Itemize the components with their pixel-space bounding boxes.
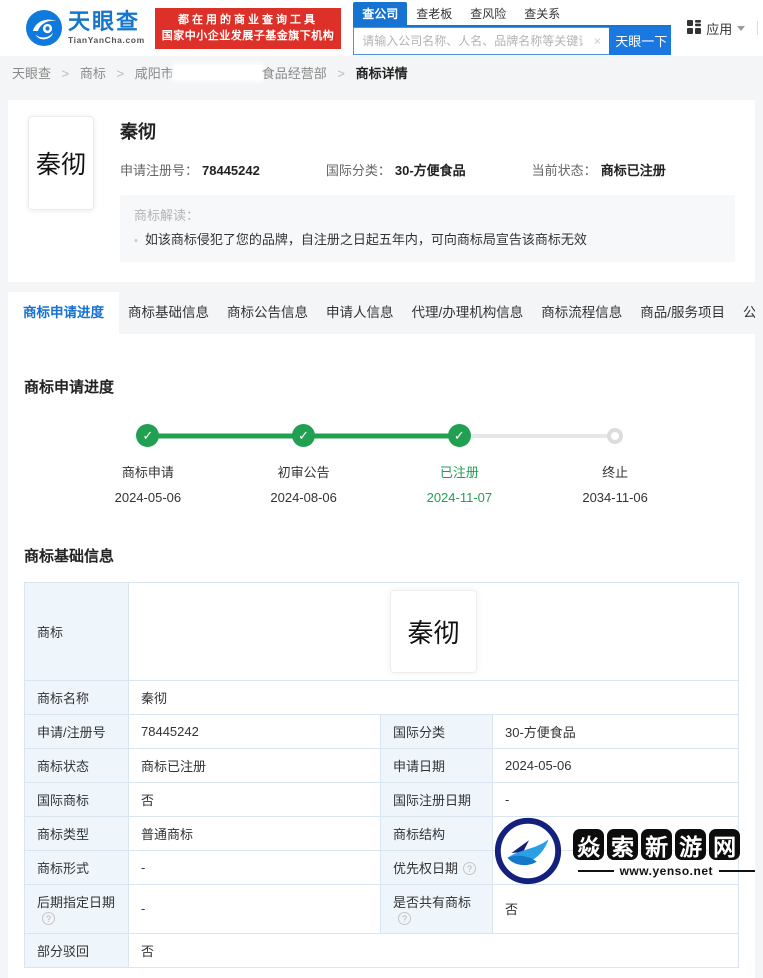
site-watermark: 焱 索 新 游 网 www.yenso.net	[492, 815, 761, 892]
help-icon[interactable]: ?	[42, 912, 55, 925]
table-row: 商标名称 秦彻	[25, 680, 739, 714]
apps-menu[interactable]: 应用	[687, 19, 745, 38]
basic-info-table: 商标 秦彻 商标名称 秦彻 申请/注册号 78445242 国际分类 30-方便…	[24, 582, 739, 968]
trademark-title: 秦彻	[120, 118, 735, 144]
check-circle-icon: ✓	[292, 424, 315, 447]
table-row: 商标状态 商标已注册 申请日期 2024-05-06	[25, 748, 739, 782]
interpretation-title: 商标解读：	[134, 204, 721, 229]
tab-basic-info[interactable]: 商标基础信息	[119, 292, 218, 334]
promo-line2: 国家中小企业发展子基金旗下机构	[162, 28, 335, 45]
table-row: 国际商标 否 国际注册日期 -	[25, 782, 739, 816]
trademark-image-cell[interactable]: 秦彻	[390, 590, 476, 673]
breadcrumb-separator: >	[117, 66, 125, 81]
search-tab-company[interactable]: 查公司	[353, 2, 407, 25]
brand-domain: TianYanCha.com	[68, 35, 145, 45]
redacted-company-name	[174, 65, 262, 80]
help-icon[interactable]: ?	[463, 862, 476, 875]
search-tab-relation[interactable]: 查关系	[515, 2, 569, 25]
divider	[757, 21, 758, 35]
trademark-interpretation-box: 商标解读： •如该商标侵犯了您的品牌，自注册之日起五年内，可向商标局宣告该商标无…	[120, 195, 735, 262]
chevron-down-icon	[737, 26, 745, 31]
breadcrumb-section[interactable]: 商标	[80, 66, 106, 81]
trademark-summary-card: 秦彻 秦彻 申请注册号：78445242 国际分类：30-方便食品 当前状态：商…	[8, 100, 755, 282]
tianyancha-eye-icon	[26, 10, 62, 46]
search-button[interactable]: 天眼一下	[609, 27, 671, 55]
current-status-field: 当前状态：商标已注册	[532, 160, 666, 179]
tab-applicant-info[interactable]: 申请人信息	[317, 292, 403, 334]
breadcrumb-separator: >	[62, 66, 70, 81]
clear-icon[interactable]: ×	[594, 33, 602, 48]
breadcrumb-separator: >	[337, 66, 345, 81]
check-icon: ✓	[454, 428, 465, 444]
watermark-url-row: www.yenso.net	[572, 864, 761, 878]
reg-number-field: 申请注册号：78445242	[120, 160, 260, 179]
help-icon[interactable]: ?	[398, 912, 411, 925]
check-icon: ✓	[298, 428, 309, 444]
basic-info-heading: 商标基础信息	[24, 505, 739, 566]
trademark-image[interactable]: 秦彻	[28, 116, 94, 210]
promo-line1: 都在用的商业查询工具	[162, 12, 335, 29]
watermark-logo-icon	[492, 815, 564, 892]
interpretation-note: •如该商标侵犯了您的品牌，自注册之日起五年内，可向商标局宣告该商标无效	[134, 229, 721, 251]
tab-agency-info[interactable]: 代理/办理机构信息	[403, 292, 533, 334]
apps-label: 应用	[706, 19, 732, 38]
timeline-step-termination: 终止 2034-11-06	[537, 423, 693, 505]
breadcrumb-home[interactable]: 天眼查	[12, 66, 51, 81]
table-row: 部分驳回 否	[25, 933, 739, 967]
apps-grid-icon	[687, 20, 706, 37]
watermark-url: www.yenso.net	[620, 864, 713, 878]
breadcrumb-company[interactable]: 咸阳市食品经营部	[135, 66, 327, 81]
tab-application-progress[interactable]: 商标申请进度	[8, 292, 119, 334]
table-row: 申请/注册号 78445242 国际分类 30-方便食品	[25, 714, 739, 748]
tab-process-info[interactable]: 商标流程信息	[532, 292, 631, 334]
detail-tab-bar: 商标申请进度 商标基础信息 商标公告信息 申请人信息 代理/办理机构信息 商标流…	[8, 292, 755, 334]
row-label: 商标	[25, 582, 129, 680]
tab-announcement-info[interactable]: 公告信息	[734, 292, 755, 334]
watermark-site-name: 焱 索 新 游 网	[572, 829, 761, 860]
search-tab-boss[interactable]: 查老板	[407, 2, 461, 25]
bullet-icon: •	[134, 235, 138, 247]
promo-badge: 都在用的商业查询工具 国家中小企业发展子基金旗下机构	[155, 8, 342, 49]
top-header: 天眼查 TianYanCha.com 都在用的商业查询工具 国家中小企业发展子基…	[0, 0, 763, 56]
search-input[interactable]	[353, 27, 609, 55]
breadcrumb-current: 商标详情	[356, 66, 408, 81]
check-icon: ✓	[142, 428, 153, 444]
search-module: 查公司 查老板 查风险 查关系 × 天眼一下	[353, 2, 671, 55]
check-circle-icon: ✓	[448, 424, 471, 447]
tab-goods-services[interactable]: 商品/服务项目	[631, 292, 734, 334]
header-nav: 应用 合作通道 企	[687, 19, 763, 38]
search-tab-risk[interactable]: 查风险	[461, 2, 515, 25]
progress-timeline: ✓ 商标申请 2024-05-06 ✓ 初审公告 2024-08-06 ✓ 已注…	[70, 423, 693, 505]
progress-heading: 商标申请进度	[24, 334, 739, 397]
brand-name: 天眼查	[68, 11, 145, 33]
check-circle-icon: ✓	[136, 424, 159, 447]
tab-gazette-info[interactable]: 商标公告信息	[218, 292, 317, 334]
table-row: 商标 秦彻	[25, 582, 739, 680]
search-tab-bar: 查公司 查老板 查风险 查关系	[353, 2, 671, 27]
intl-class-field: 国际分类：30-方便食品	[326, 160, 466, 179]
pending-circle-icon	[607, 428, 623, 444]
breadcrumb: 天眼查 > 商标 > 咸阳市食品经营部 > 商标详情	[0, 56, 763, 92]
tianyancha-logo[interactable]: 天眼查 TianYanCha.com	[26, 10, 145, 46]
